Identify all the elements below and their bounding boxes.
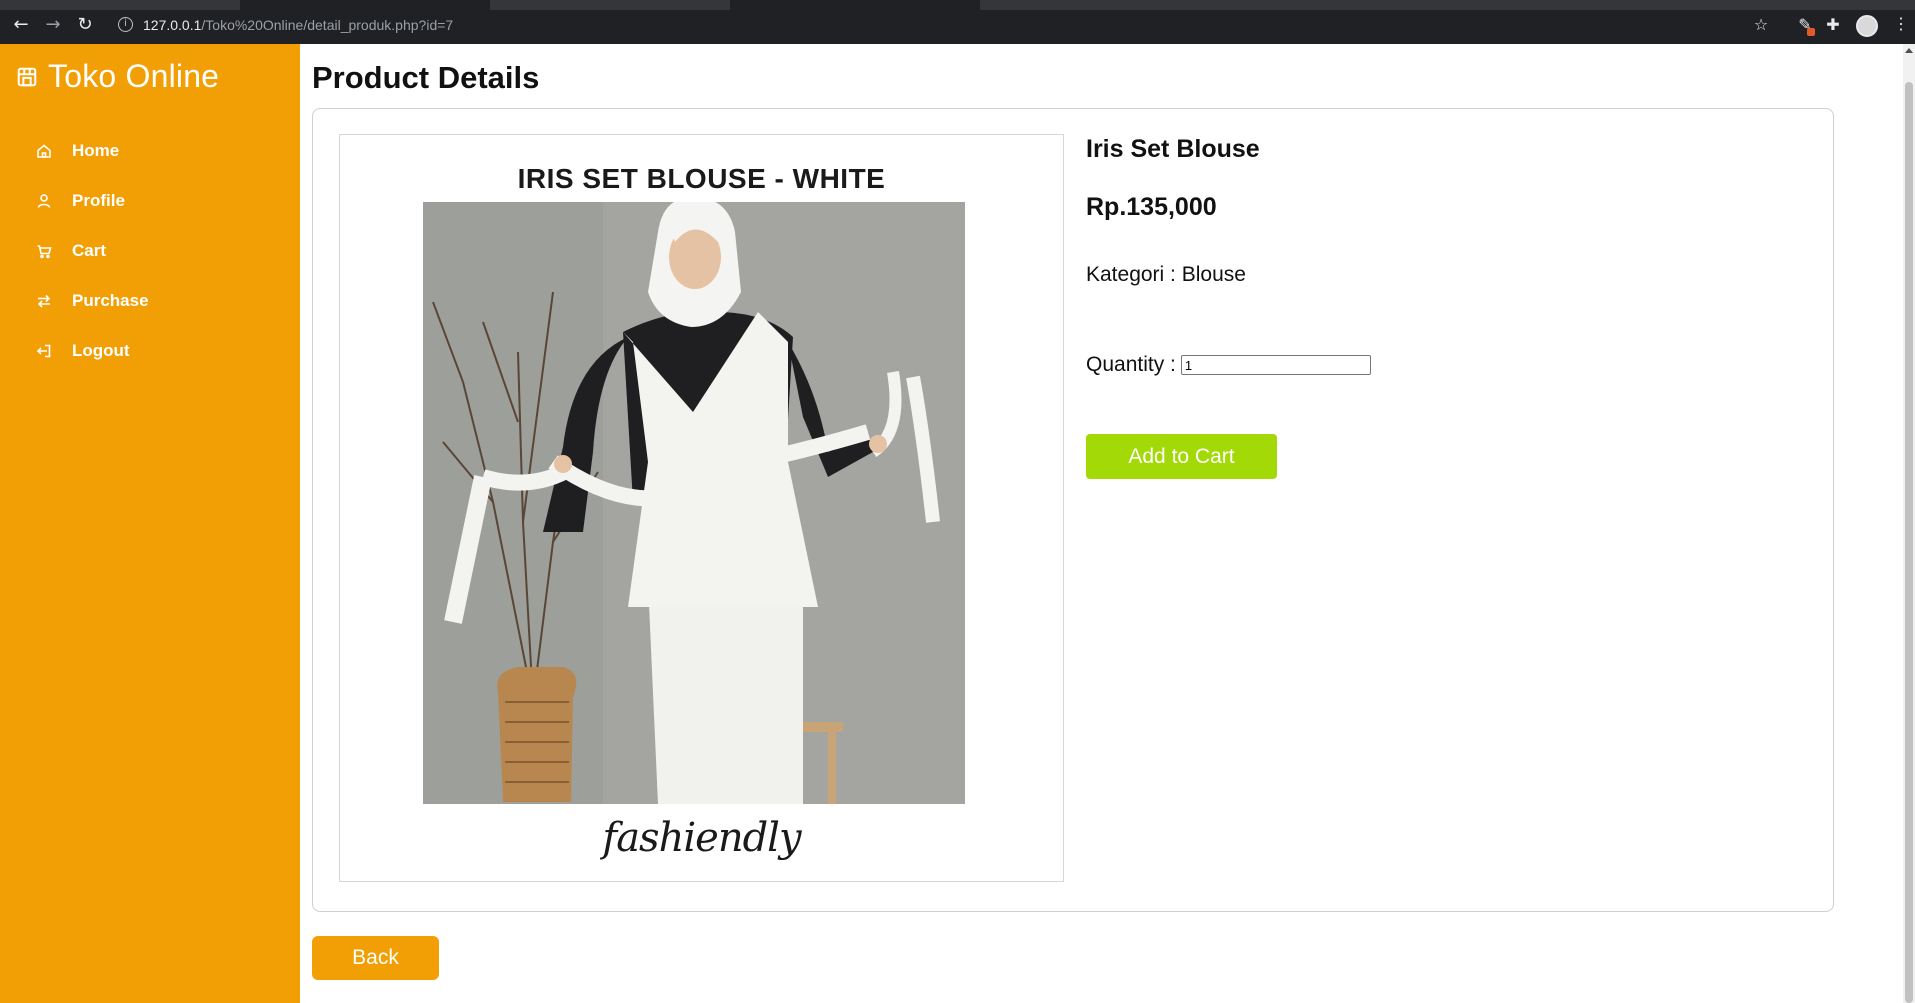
sidebar-item-label: Profile — [72, 191, 125, 210]
product-image: IRIS SET BLOUSE - WHITE fashiendly — [339, 134, 1064, 882]
reload-icon[interactable]: ↻ — [74, 14, 96, 36]
puzzle-icon[interactable]: ✚ — [1823, 15, 1843, 35]
sidebar-menu: Home Profile Cart Purchase Logout — [0, 126, 300, 376]
info-icon[interactable]: i — [118, 17, 133, 32]
url-host: 127.0.0.1 — [143, 17, 202, 33]
product-photo — [423, 202, 965, 804]
sidebar-item-label: Logout — [72, 341, 130, 360]
back-button[interactable]: Back — [312, 936, 439, 980]
product-card: IRIS SET BLOUSE - WHITE fashiendly Iris … — [312, 108, 1834, 912]
sidebar-item-cart[interactable]: Cart — [0, 226, 300, 276]
sidebar-item-label: Purchase — [72, 291, 149, 310]
browser-chrome: ← → ↻ i 127.0.0.1/Toko%20Online/detail_p… — [0, 0, 1915, 44]
more-menu-icon[interactable]: ⋮ — [1893, 14, 1909, 36]
logout-icon — [36, 343, 52, 359]
quantity-label: Quantity : — [1086, 353, 1176, 376]
user-icon — [36, 193, 52, 209]
forward-arrow-icon[interactable]: → — [42, 14, 64, 36]
swap-icon — [36, 293, 52, 309]
sidebar-item-label: Home — [72, 141, 120, 160]
add-to-cart-button[interactable]: Add to Cart — [1086, 434, 1277, 479]
product-category: Kategori : Blouse — [1086, 263, 1246, 286]
product-image-title: IRIS SET BLOUSE - WHITE — [517, 163, 886, 194]
page-title: Product Details — [312, 60, 540, 95]
quantity-input[interactable] — [1180, 355, 1371, 375]
scrollbar-thumb[interactable] — [1905, 82, 1913, 1003]
home-icon — [36, 143, 52, 159]
url-text[interactable]: 127.0.0.1/Toko%20Online/detail_produk.ph… — [143, 17, 453, 33]
model-photo-illustration — [423, 202, 965, 804]
sidebar-item-logout[interactable]: Logout — [0, 326, 300, 376]
url-path: /Toko%20Online/detail_produk.php?id=7 — [201, 17, 454, 33]
star-icon[interactable]: ☆ — [1751, 15, 1771, 35]
sidebar-item-label: Cart — [72, 241, 107, 260]
browser-tab[interactable] — [730, 0, 980, 10]
quantity-row: Quantity : — [1086, 353, 1371, 377]
tab-strip — [0, 0, 1915, 10]
profile-avatar[interactable] — [1856, 15, 1878, 37]
product-price: Rp.135,000 — [1086, 193, 1217, 221]
sidebar-item-home[interactable]: Home — [0, 126, 300, 176]
store-icon — [17, 67, 37, 86]
page-scrollbar[interactable] — [1903, 44, 1915, 1003]
back-arrow-icon[interactable]: ← — [10, 14, 32, 36]
sidebar: Toko Online Home Profile Cart Purchase L… — [0, 44, 300, 1003]
scroll-up-arrow-icon[interactable] — [1905, 48, 1913, 53]
cart-icon — [36, 243, 52, 259]
brand[interactable]: Toko Online — [16, 58, 219, 95]
sidebar-item-purchase[interactable]: Purchase — [0, 276, 300, 326]
extension-badge — [1807, 28, 1815, 36]
sidebar-item-profile[interactable]: Profile — [0, 176, 300, 226]
main-content: Product Details IRIS SET BLOUSE - WHITE — [300, 44, 1900, 1003]
brand-name: Toko Online — [48, 58, 220, 94]
product-name: Iris Set Blouse — [1086, 135, 1260, 163]
browser-tab[interactable] — [240, 0, 490, 10]
brand-signature: fashiendly — [602, 815, 801, 861]
